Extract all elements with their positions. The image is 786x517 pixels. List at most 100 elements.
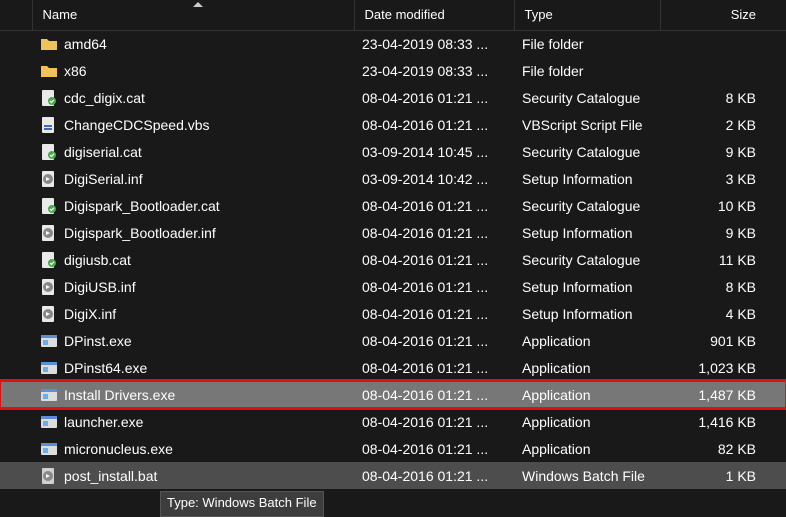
file-size — [660, 57, 786, 84]
file-date: 23-04-2019 08:33 ... — [354, 30, 514, 57]
file-date: 08-04-2016 01:21 ... — [354, 273, 514, 300]
inf-icon — [40, 305, 58, 323]
exe-icon — [40, 332, 58, 350]
column-header-date[interactable]: Date modified — [354, 0, 514, 30]
file-type: Setup Information — [514, 219, 660, 246]
file-date: 23-04-2019 08:33 ... — [354, 57, 514, 84]
file-row[interactable]: cdc_digix.cat08-04-2016 01:21 ...Securit… — [0, 84, 786, 111]
file-size: 1 KB — [660, 462, 786, 489]
exe-icon — [40, 440, 58, 458]
file-row[interactable]: Install Drivers.exe 08-04-2016 01:21 ...A… — [0, 381, 786, 408]
file-row[interactable]: x86 23-04-2019 08:33 ...File folder — [0, 57, 786, 84]
file-name: Digispark_Bootloader.inf — [64, 225, 216, 241]
file-row[interactable]: DPinst64.exe08-04-2016 01:21 ...Applicat… — [0, 354, 786, 381]
inf-icon — [40, 170, 58, 188]
file-date: 08-04-2016 01:21 ... — [354, 462, 514, 489]
file-row[interactable]: launcher.exe 08-04-2016 01:21 ...Applicat… — [0, 408, 786, 435]
file-name: DigiSerial.inf — [64, 171, 143, 187]
file-type: Application — [514, 408, 660, 435]
file-name: digiusb.cat — [64, 252, 131, 268]
file-row[interactable]: DPinst.exe 08-04-2016 01:21 ...Applicatio… — [0, 327, 786, 354]
vbs-icon — [40, 116, 58, 134]
file-row[interactable]: ChangeCDCSpeed.vbs 08-04-2016 01:21 ...VB… — [0, 111, 786, 138]
file-size: 9 KB — [660, 138, 786, 165]
file-type: Application — [514, 381, 660, 408]
column-header-type[interactable]: Type — [514, 0, 660, 30]
file-name: Install Drivers.exe — [64, 387, 175, 403]
file-type: Setup Information — [514, 300, 660, 327]
column-header-name-label: Name — [43, 7, 78, 22]
file-date: 08-04-2016 01:21 ... — [354, 381, 514, 408]
file-name: cdc_digix.cat — [64, 90, 145, 106]
file-size: 10 KB — [660, 192, 786, 219]
file-type: Application — [514, 435, 660, 462]
file-row[interactable]: amd6423-04-2019 08:33 ...File folder — [0, 30, 786, 57]
file-size: 901 KB — [660, 327, 786, 354]
file-size: 11 KB — [660, 246, 786, 273]
file-type: Application — [514, 327, 660, 354]
file-date: 08-04-2016 01:21 ... — [354, 219, 514, 246]
file-type: Security Catalogue — [514, 138, 660, 165]
file-date: 08-04-2016 01:21 ... — [354, 300, 514, 327]
file-size: 1,416 KB — [660, 408, 786, 435]
sort-ascending-icon — [193, 2, 203, 7]
file-type: Windows Batch File — [514, 462, 660, 489]
file-name: DigiX.inf — [64, 306, 116, 322]
file-name: DPinst64.exe — [64, 360, 147, 376]
exe-icon — [40, 386, 58, 404]
file-name: ChangeCDCSpeed.vbs — [64, 117, 210, 133]
file-size: 9 KB — [660, 219, 786, 246]
file-type: Setup Information — [514, 273, 660, 300]
file-row[interactable]: Digispark_Bootloader.inf 08-04-2016 01:21… — [0, 219, 786, 246]
file-row[interactable]: DigiUSB.inf 08-04-2016 01:21 ...Setup Inf… — [0, 273, 786, 300]
file-name: DigiUSB.inf — [64, 279, 136, 295]
file-date: 08-04-2016 01:21 ... — [354, 111, 514, 138]
column-header-size[interactable]: Size — [660, 0, 786, 30]
file-date: 08-04-2016 01:21 ... — [354, 192, 514, 219]
file-size: 8 KB — [660, 84, 786, 111]
file-date: 08-04-2016 01:21 ... — [354, 435, 514, 462]
column-header-name[interactable]: Name — [32, 0, 354, 30]
file-name: x86 — [64, 63, 87, 79]
file-name: micronucleus.exe — [64, 441, 173, 457]
file-size: 3 KB — [660, 165, 786, 192]
exe-icon — [40, 359, 58, 377]
inf-icon — [40, 224, 58, 242]
file-row[interactable]: DigiX.inf 08-04-2016 01:21 ...Setup Infor… — [0, 300, 786, 327]
folder-icon — [40, 62, 58, 80]
file-size: 2 KB — [660, 111, 786, 138]
file-name: DPinst.exe — [64, 333, 132, 349]
file-row[interactable]: digiusb.cat 08-04-2016 01:21 ...Security … — [0, 246, 786, 273]
file-date: 08-04-2016 01:21 ... — [354, 408, 514, 435]
file-row[interactable]: Digispark_Bootloader.cat 08-04-2016 01:21… — [0, 192, 786, 219]
file-name: digiserial.cat — [64, 144, 142, 160]
file-size: 1,487 KB — [660, 381, 786, 408]
file-date: 08-04-2016 01:21 ... — [354, 327, 514, 354]
file-row[interactable]: digiserial.cat 03-09-2014 10:45 ...Securi… — [0, 138, 786, 165]
file-name: launcher.exe — [64, 414, 143, 430]
inf-icon — [40, 278, 58, 296]
file-name: amd64 — [64, 36, 107, 52]
file-list-table: Name Date modified Type Size amd64 23-04-… — [0, 0, 786, 489]
file-size: 1,023 KB — [660, 354, 786, 381]
file-date: 03-09-2014 10:42 ... — [354, 165, 514, 192]
file-type: Security Catalogue — [514, 246, 660, 273]
cat-icon — [40, 89, 58, 107]
file-type: Security Catalogue — [514, 192, 660, 219]
cat-icon — [40, 143, 58, 161]
file-row[interactable]: post_install.bat08-04-2016 01:21 ...Wind… — [0, 462, 786, 489]
cat-icon — [40, 251, 58, 269]
file-type: File folder — [514, 57, 660, 84]
column-header-row: Name Date modified Type Size — [0, 0, 786, 30]
file-size: 4 KB — [660, 300, 786, 327]
file-name: Digispark_Bootloader.cat — [64, 198, 220, 214]
file-size — [660, 30, 786, 57]
file-type: Setup Information — [514, 165, 660, 192]
file-row[interactable]: micronucleus.exe 08-04-2016 01:21 ...Appl… — [0, 435, 786, 462]
file-row[interactable]: DigiSerial.inf 03-09-2014 10:42 ...Setup … — [0, 165, 786, 192]
file-date: 03-09-2014 10:45 ... — [354, 138, 514, 165]
file-date: 08-04-2016 01:21 ... — [354, 354, 514, 381]
file-date: 08-04-2016 01:21 ... — [354, 84, 514, 111]
file-type: VBScript Script File — [514, 111, 660, 138]
file-date: 08-04-2016 01:21 ... — [354, 246, 514, 273]
